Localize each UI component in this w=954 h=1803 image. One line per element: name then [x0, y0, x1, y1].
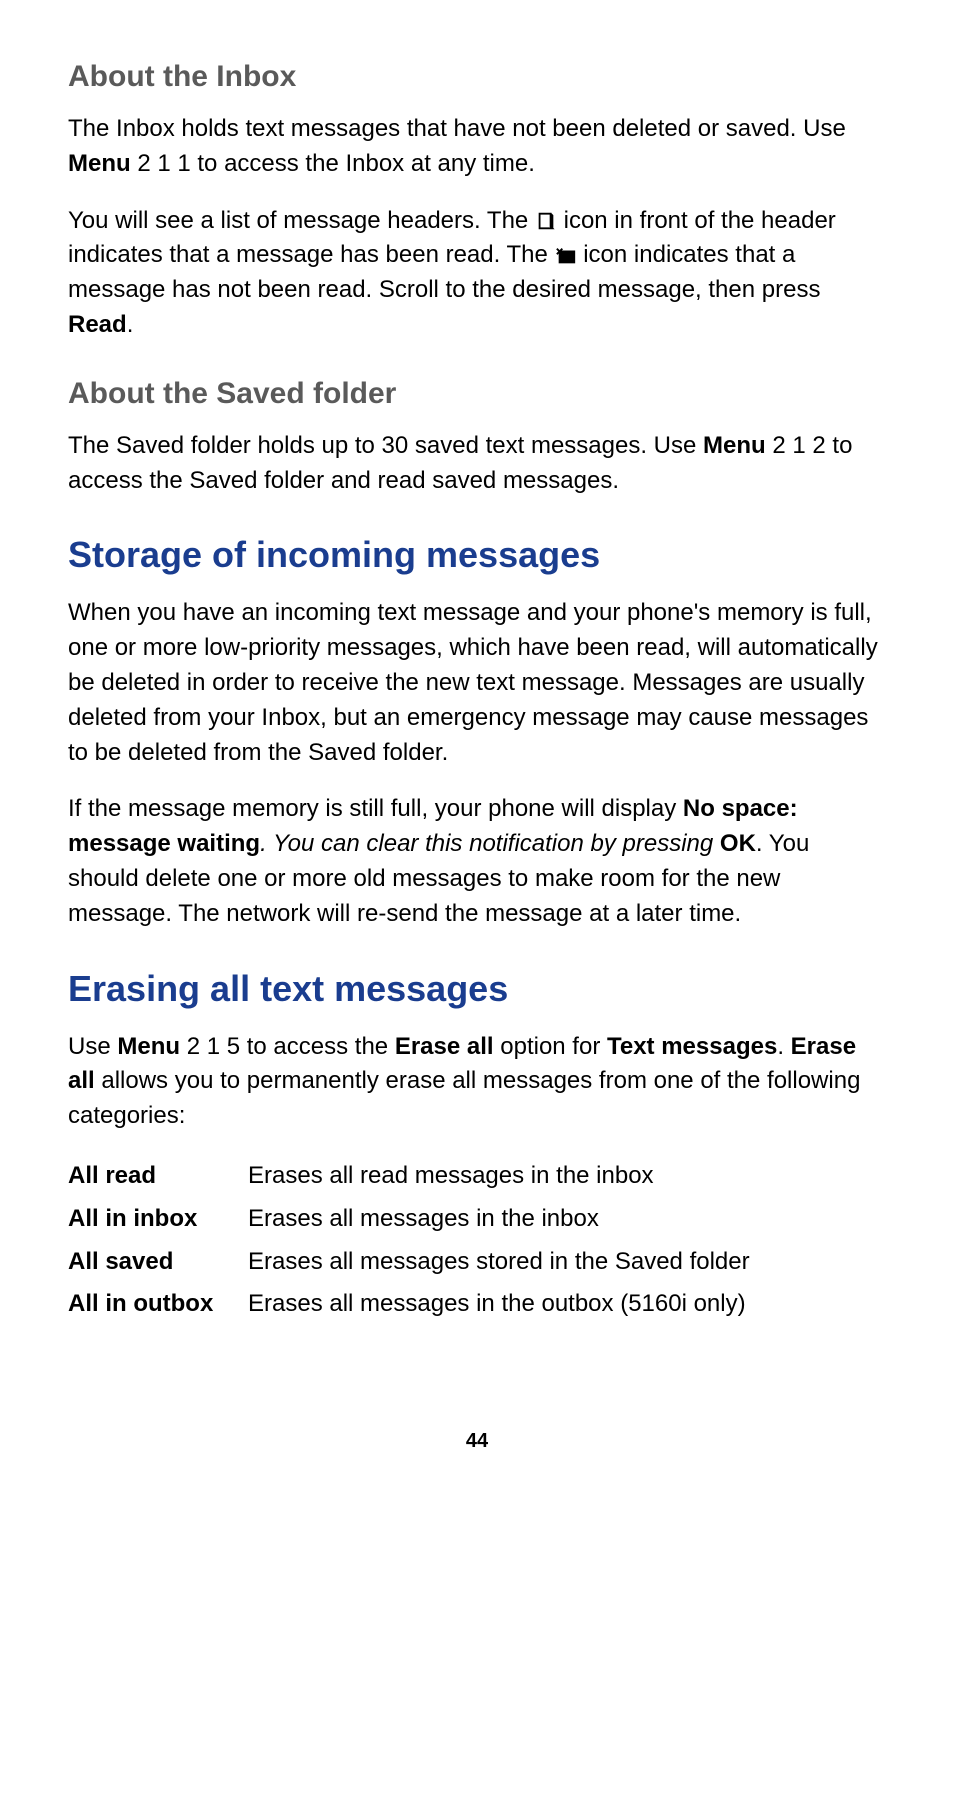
text-run: option for — [494, 1033, 607, 1060]
text-run: 2 1 1 to access the Inbox at any time. — [131, 150, 535, 177]
text-run: . You can clear this notification by pre… — [260, 830, 720, 857]
message-read-icon — [535, 210, 557, 232]
text-run: If the message memory is still full, you… — [68, 795, 683, 822]
text-run: . — [777, 1033, 790, 1060]
paragraph-erasing-1: Use Menu 2 1 5 to access the Erase all o… — [68, 1030, 886, 1134]
erase-option-label: All read — [68, 1156, 248, 1197]
page-number: 44 — [0, 1430, 954, 1453]
erase-options-table: All read Erases all read messages in the… — [68, 1156, 886, 1325]
erase-option-label: All in inbox — [68, 1199, 248, 1240]
menu-label: Menu — [703, 432, 766, 459]
table-row: All in inbox Erases all messages in the … — [68, 1199, 886, 1240]
heading-about-inbox: About the Inbox — [68, 60, 886, 94]
heading-storage: Storage of incoming messages — [68, 534, 886, 576]
textmsg-label: Text messages — [607, 1033, 777, 1060]
menu-label: Menu — [68, 150, 131, 177]
text-run: The Inbox holds text messages that have … — [68, 115, 846, 142]
manual-page: About the Inbox The Inbox holds text mes… — [0, 0, 954, 1803]
eraseall-label: Erase all — [395, 1033, 494, 1060]
menu-label: Menu — [117, 1033, 180, 1060]
erase-option-desc: Erases all messages in the outbox (5160i… — [248, 1284, 886, 1325]
ok-label: OK — [720, 830, 756, 857]
table-row: All read Erases all read messages in the… — [68, 1156, 886, 1197]
erase-option-desc: Erases all read messages in the inbox — [248, 1156, 886, 1197]
heading-about-saved: About the Saved folder — [68, 377, 886, 411]
erase-option-label: All saved — [68, 1242, 248, 1283]
paragraph-saved-1: The Saved folder holds up to 30 saved te… — [68, 429, 886, 499]
message-unread-icon — [555, 245, 577, 267]
erase-option-desc: Erases all messages stored in the Saved … — [248, 1242, 886, 1283]
erase-option-desc: Erases all messages in the inbox — [248, 1199, 886, 1240]
text-run: The Saved folder holds up to 30 saved te… — [68, 432, 703, 459]
paragraph-storage-1: When you have an incoming text message a… — [68, 596, 886, 770]
paragraph-inbox-2: You will see a list of message headers. … — [68, 204, 886, 343]
text-run: Use — [68, 1033, 117, 1060]
paragraph-storage-2: If the message memory is still full, you… — [68, 792, 886, 931]
paragraph-inbox-1: The Inbox holds text messages that have … — [68, 112, 886, 182]
erase-option-label: All in outbox — [68, 1284, 248, 1325]
text-run: . — [127, 311, 134, 338]
read-label: Read — [68, 311, 127, 338]
heading-erasing: Erasing all text messages — [68, 968, 886, 1010]
table-row: All in outbox Erases all messages in the… — [68, 1284, 886, 1325]
text-run: 2 1 5 to access the — [180, 1033, 395, 1060]
text-run: allows you to permanently erase all mess… — [68, 1067, 860, 1129]
table-row: All saved Erases all messages stored in … — [68, 1242, 886, 1283]
text-run: You will see a list of message headers. … — [68, 207, 535, 234]
